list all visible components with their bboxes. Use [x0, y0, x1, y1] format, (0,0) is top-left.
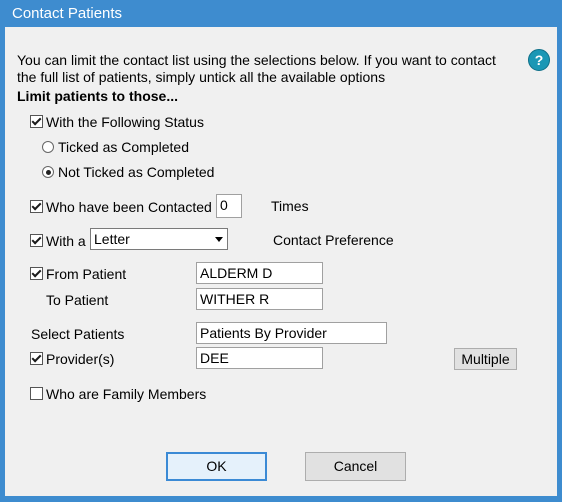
family-members-label: Who are Family Members — [46, 386, 207, 402]
select-patients-label: Select Patients — [31, 326, 125, 342]
status-label: With the Following Status — [46, 114, 204, 130]
limit-heading: Limit patients to those... — [17, 88, 179, 104]
select-patients-field[interactable]: Patients By Provider — [196, 322, 387, 344]
contact-patients-window: Contact Patients You can limit the conta… — [0, 0, 562, 502]
contacted-checkbox[interactable] — [30, 200, 43, 213]
ok-button[interactable]: OK — [166, 452, 267, 481]
window-title: Contact Patients — [12, 5, 123, 22]
to-patient-field[interactable]: WITHER R — [196, 288, 323, 310]
help-icon[interactable]: ? — [528, 49, 550, 71]
contact-preference-label: Contact Preference — [273, 232, 394, 248]
preference-label: With a — [46, 233, 86, 249]
from-patient-field[interactable]: ALDERM D — [196, 262, 323, 284]
providers-label: Provider(s) — [46, 351, 115, 367]
status-checkbox[interactable] — [30, 115, 43, 128]
times-label: Times — [271, 198, 309, 214]
multiple-button[interactable]: Multiple — [454, 348, 517, 370]
contacted-times-field[interactable]: 0 — [216, 194, 242, 218]
providers-checkbox[interactable] — [30, 352, 43, 365]
intro-line-1: You can limit the contact list using the… — [17, 52, 496, 68]
contact-preference-value: Letter — [94, 231, 130, 247]
from-patient-label: From Patient — [46, 266, 127, 282]
contact-preference-select[interactable]: Letter — [90, 228, 228, 250]
intro-line-2: the full list of patients, simply untick… — [17, 69, 386, 85]
dialog-body: You can limit the contact list using the… — [5, 27, 557, 496]
preference-checkbox[interactable] — [30, 234, 43, 247]
not-ticked-completed-radio[interactable] — [42, 166, 54, 178]
not-ticked-completed-label: Not Ticked as Completed — [58, 164, 215, 180]
contacted-label: Who have been Contacted — [46, 199, 212, 215]
title-bar[interactable]: Contact Patients — [0, 0, 562, 27]
ticked-completed-radio[interactable] — [42, 141, 54, 153]
ticked-completed-label: Ticked as Completed — [58, 139, 189, 155]
chevron-down-icon — [215, 237, 223, 242]
to-patient-label: To Patient — [46, 292, 109, 308]
family-members-checkbox[interactable] — [30, 387, 43, 400]
providers-field[interactable]: DEE — [196, 347, 323, 369]
from-patient-checkbox[interactable] — [30, 267, 43, 280]
cancel-button[interactable]: Cancel — [305, 452, 406, 481]
